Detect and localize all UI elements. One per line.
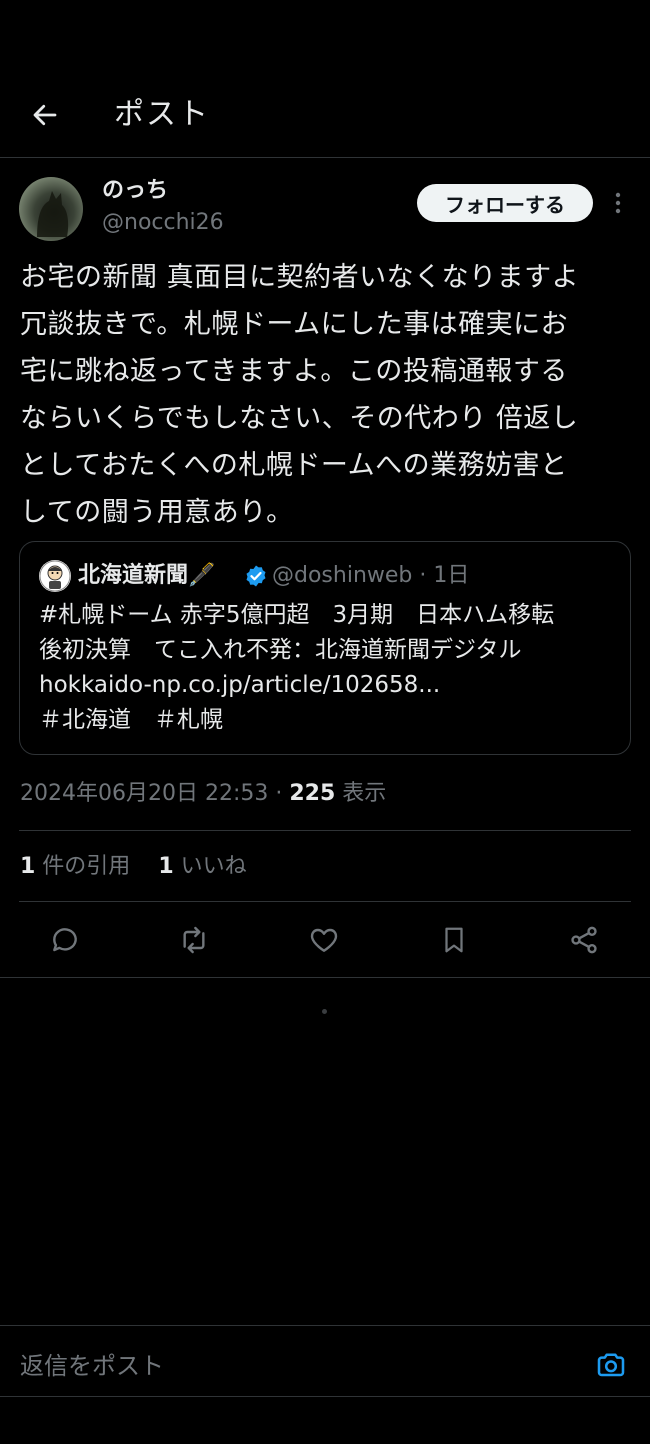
repost-icon	[183, 926, 205, 954]
top-header: ポスト	[0, 70, 650, 158]
camera-icon	[597, 1353, 625, 1377]
quoted-handle-and-time: @doshinweb · 1日	[272, 563, 470, 588]
views-count: 225	[289, 781, 336, 806]
reply-button[interactable]	[45, 920, 85, 960]
reply-input[interactable]: 返信をポスト	[20, 1349, 560, 1383]
likes-stat[interactable]: 1 いいね	[158, 854, 246, 879]
verified-badge-icon	[246, 565, 266, 587]
page-title: ポスト	[114, 97, 210, 132]
bookmark-icon	[445, 927, 463, 953]
share-icon	[571, 926, 597, 954]
quotes-stat[interactable]: 1 件の引用	[20, 854, 130, 879]
post-text: お宅の新聞 真面目に契約者いなくなりますよ 冗談抜きで。札幌ドームにした事は確実…	[20, 262, 580, 528]
quoted-display-name: 北海道新聞🖋️	[78, 563, 216, 588]
quotes-count: 1	[20, 854, 36, 879]
follow-button[interactable]: フォローする	[417, 184, 593, 222]
bookmark-button[interactable]	[434, 920, 474, 960]
quoted-text: #札幌ドーム 赤字5億円超 3月期 日本ハム移転 後初決算 てこ入れ不発：北海道…	[39, 602, 555, 733]
loading-indicator	[322, 1009, 327, 1014]
author-display-name[interactable]: のっち	[102, 176, 168, 206]
quoted-post-card[interactable]: 北海道新聞🖋️ @doshinweb · 1日 #札幌ドーム 赤字5億円超 3月…	[19, 541, 631, 755]
more-options-button[interactable]	[604, 188, 632, 218]
likes-label: いいね	[173, 854, 247, 879]
likes-count: 1	[158, 854, 174, 879]
avatar-image	[37, 191, 69, 237]
quotes-label: 件の引用	[35, 854, 131, 879]
divider	[19, 830, 631, 831]
avatar[interactable]	[19, 177, 83, 241]
action-bar	[0, 902, 650, 978]
mascot-icon	[39, 560, 71, 592]
views-label: 表示	[335, 781, 387, 806]
back-button[interactable]	[24, 94, 66, 136]
arrow-left-icon	[33, 104, 57, 126]
share-button[interactable]	[564, 920, 604, 960]
divider	[0, 977, 650, 978]
timestamp-row: 2024年06月20日 22:53 · 225 表示	[20, 778, 386, 810]
vertical-dots-icon	[615, 192, 621, 214]
divider	[0, 1396, 650, 1397]
like-button[interactable]	[304, 920, 344, 960]
heart-icon	[310, 928, 338, 952]
quoted-avatar	[39, 560, 71, 592]
repost-button[interactable]	[174, 920, 214, 960]
author-handle[interactable]: @nocchi26	[102, 208, 224, 238]
camera-button[interactable]	[594, 1349, 630, 1383]
comment-icon	[53, 928, 77, 952]
post-timestamp: 2024年06月20日 22:53 ·	[20, 781, 290, 806]
reply-bar: 返信をポスト	[0, 1325, 650, 1397]
engagement-stats: 1 件の引用 1 いいね	[20, 850, 247, 884]
